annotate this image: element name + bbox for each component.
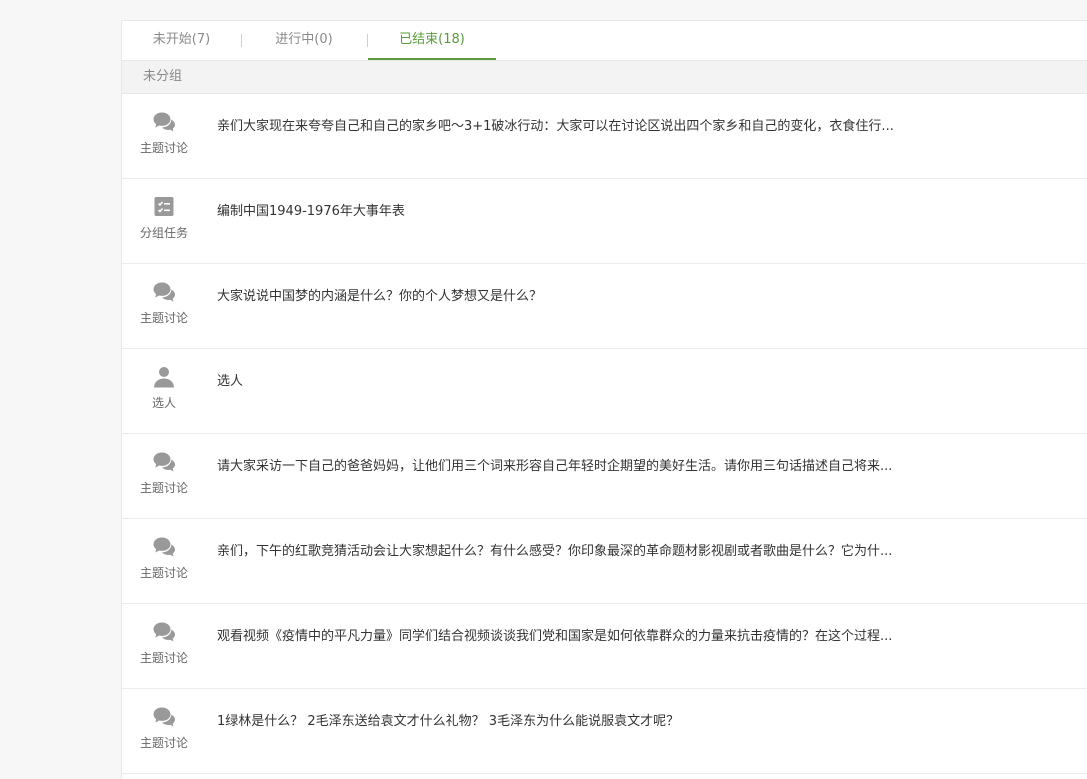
- activity-title[interactable]: 请大家采访一下自己的爸爸妈妈，让他们用三个词来形容自己年轻时企期望的美好生活。请…: [217, 455, 957, 474]
- chat-bubbles-icon: [122, 536, 206, 558]
- activity-type-label: 主题讨论: [139, 566, 188, 580]
- activity-type-label: 分组任务: [139, 226, 188, 240]
- activity-title[interactable]: 亲们，下午的红歌竞猜活动会让大家想起什么？有什么感受？你印象最深的革命题材影视剧…: [217, 540, 957, 559]
- activity-type-box: 主题讨论: [122, 621, 206, 666]
- activity-type-label: 主题讨论: [139, 651, 188, 665]
- activity-panel: 未开始(7) 进行中(0) 已结束(18) 未分组 主题讨论 亲们大家现在来夸夸自…: [121, 20, 1087, 779]
- activity-row[interactable]: 选人 选人: [122, 349, 1087, 434]
- activity-type-label: 选人: [151, 396, 176, 410]
- activity-title[interactable]: 1绿林是什么？ 2毛泽东送给袁文才什么礼物？ 3毛泽东为什么能说服袁文才呢？: [217, 710, 957, 729]
- activity-title[interactable]: 大家说说中国梦的内涵是什么？你的个人梦想又是什么？: [217, 285, 957, 304]
- task-checklist-icon: [122, 196, 206, 218]
- tab-ended[interactable]: 已结束(18): [368, 21, 496, 60]
- activity-title[interactable]: 编制中国1949-1976年大事年表: [217, 200, 957, 219]
- activity-type-box: 主题讨论: [122, 111, 206, 156]
- activity-type-box: 主题讨论: [122, 281, 206, 326]
- activity-row[interactable]: 分组任务 编制中国1949-1976年大事年表: [122, 179, 1087, 264]
- activity-type-label: 主题讨论: [139, 481, 188, 495]
- activity-row[interactable]: 主题讨论 请大家采访一下自己的爸爸妈妈，让他们用三个词来形容自己年轻时企期望的美好…: [122, 434, 1087, 519]
- activity-type-box: 主题讨论: [122, 536, 206, 581]
- group-label: 未分组: [143, 69, 183, 84]
- group-header: 未分组: [122, 61, 1087, 94]
- activity-row[interactable]: 主题讨论 观看视频《疫情中的平凡力量》同学们结合视频谈谈我们党和国家是如何依靠群众…: [122, 604, 1087, 689]
- chat-bubbles-icon: [122, 451, 206, 473]
- activity-type-label: 主题讨论: [139, 141, 188, 155]
- activity-type-label: 主题讨论: [139, 311, 188, 325]
- chat-bubbles-icon: [122, 706, 206, 728]
- activity-type-label: 主题讨论: [139, 736, 188, 750]
- activity-title[interactable]: 亲们大家现在来夸夸自己和自己的家乡吧～3+1破冰行动：大家可以在讨论区说出四个家…: [217, 115, 957, 134]
- activity-title[interactable]: 观看视频《疫情中的平凡力量》同学们结合视频谈谈我们党和国家是如何依靠群众的力量来…: [217, 625, 957, 644]
- activity-type-box: 主题讨论: [122, 451, 206, 496]
- status-tabs: 未开始(7) 进行中(0) 已结束(18): [122, 21, 1087, 61]
- chat-bubbles-icon: [122, 281, 206, 303]
- chat-bubbles-icon: [122, 621, 206, 643]
- activity-row[interactable]: 主题讨论 1绿林是什么？ 2毛泽东送给袁文才什么礼物？ 3毛泽东为什么能说服袁文才…: [122, 689, 1087, 774]
- activity-row[interactable]: 主题讨论 亲们大家现在来夸夸自己和自己的家乡吧～3+1破冰行动：大家可以在讨论区说…: [122, 94, 1087, 179]
- activity-title[interactable]: 选人: [217, 370, 957, 389]
- activity-row[interactable]: 主题讨论 亲们，下午的红歌竞猜活动会让大家想起什么？有什么感受？你印象最深的革命题…: [122, 519, 1087, 604]
- activity-list: 主题讨论 亲们大家现在来夸夸自己和自己的家乡吧～3+1破冰行动：大家可以在讨论区说…: [122, 94, 1087, 774]
- chat-bubbles-icon: [122, 111, 206, 133]
- activity-row[interactable]: 主题讨论 大家说说中国梦的内涵是什么？你的个人梦想又是什么？: [122, 264, 1087, 349]
- person-icon: [122, 366, 206, 388]
- activity-type-box: 选人: [122, 366, 206, 411]
- tab-in-progress[interactable]: 进行中(0): [241, 21, 367, 60]
- activity-type-box: 分组任务: [122, 196, 206, 241]
- tab-not-started[interactable]: 未开始(7): [122, 21, 241, 60]
- activity-type-box: 主题讨论: [122, 706, 206, 751]
